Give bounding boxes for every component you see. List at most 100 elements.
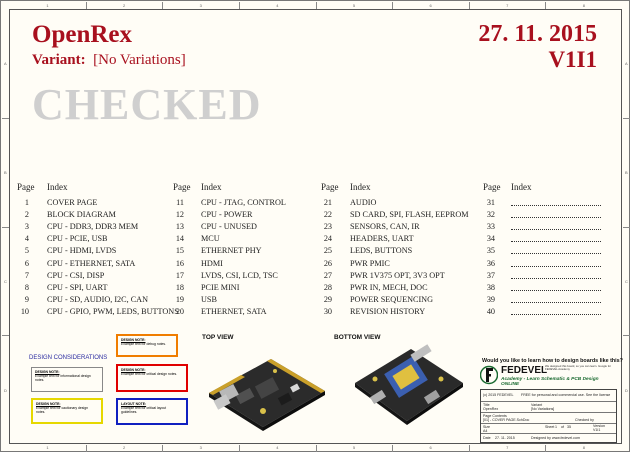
board-top-view-image [209,359,325,431]
index-page-name: MCU [201,234,220,244]
index-blank-line [511,222,601,231]
index-page-number: 18 [175,282,184,292]
index-blank-line [511,210,601,219]
zone-tick [2,335,9,337]
variant-label: Variant: [32,52,86,68]
index-page-name: CPU - CSI, DISP [47,270,105,280]
index-page-number: 15 [175,246,184,256]
index-page-number: 25 [323,246,332,256]
tb-title-value: OpenRex [483,407,499,411]
tb-of-value: 35 [567,425,571,429]
zone-label: 3 [199,3,202,8]
index-page-name: LVDS, CSI, LCD, TSC [201,270,278,280]
fedevel-brand: FEDEVEL [501,365,548,376]
variant-value: [No Variations] [93,52,186,68]
index-page-number: 35 [486,246,495,256]
zone-label: A [4,61,7,67]
tb-license: FREE for personal and commercial use. Se… [521,393,611,397]
index-page-name: BLOCK DIAGRAM [47,210,116,220]
index-page-number: 29 [323,294,332,304]
zone-tick [2,117,9,119]
index-page-name: COVER PAGE [47,198,98,207]
tb-copyright: (c) 2015 FEDEVEL [483,393,514,397]
index-blank-line [511,259,601,267]
top-view-label: TOP VIEW [202,334,234,341]
index-blank-line [511,198,601,206]
zone-label: C [625,278,628,284]
tb-date-label: Date [483,436,491,440]
zone-label: 1 [46,445,49,450]
index-page-number: 24 [323,234,332,244]
variant-line: Variant: [No Variations] [32,52,186,69]
fedevel-logo: FEDEVEL Academy - Learn Schematic & PCB … [479,364,616,388]
debug-design-note: DESIGN NOTE: Example text for debug note… [116,334,178,357]
index-name-header: Index [350,182,371,192]
index-page-name: LEDS, BUTTONS [350,246,413,256]
layout-note: LAYOUT NOTE: Example text for critical l… [116,398,188,425]
index-page-number: 16 [175,258,184,268]
index-page-number: 21 [323,198,332,207]
zone-tick [623,226,630,228]
zone-label: 2 [122,445,126,450]
index-page-name: CPU - PCIE, USB [47,234,108,244]
tb-sheet-value: 1 [555,425,557,429]
board-bottom-view-image [355,344,463,425]
checked-stamp: CHECKED [32,80,262,129]
index-page-name: CPU - HDMI, LVDS [47,246,117,256]
zone-tick [315,2,317,9]
zone-label: D [625,387,628,393]
index-page-number: 27 [323,270,332,280]
index-page-number: 37 [486,270,495,280]
index-page-name: PWR IN, MECH, DOC [350,282,428,292]
index-page-name: CPU - DDR3, DDR3 MEM [47,222,139,232]
note-text: Example text for cautionary design notes… [36,406,89,415]
index-page-number: 7 [24,270,29,280]
schematic-sheet: 1122334455667788AABBCCDD OpenRex Variant… [0,0,630,452]
index-page-name: PWR 1V375 OPT, 3V3 OPT [350,270,445,280]
tb-checked-label: Checked by [575,418,594,422]
zone-label: 8 [582,445,585,450]
fedevel-f-icon [480,365,498,385]
index-blank-line [511,295,601,303]
index-page-number: 22 [323,210,332,220]
index-page-number: 31 [486,198,495,207]
index-page-header: Page [321,182,339,192]
index-page-number: 36 [486,258,495,268]
tb-page-contents-value: [01] - COVER PAGE.SchDoc [483,418,530,422]
index-page-name: CPU - SPI, UART [47,282,108,292]
index-blank-line [511,271,601,279]
index-page-name: PWR PMIC [350,258,390,268]
index-name-header: Index [47,182,68,192]
zone-label: 8 [582,3,585,8]
index-page-number: 19 [175,294,184,304]
index-page-number: 4 [24,234,29,244]
tb-of-label: of [561,425,564,429]
index-page-name: HEADERS, UART [350,234,414,244]
critical-design-note: DESIGN NOTE: Example text for critical d… [116,364,188,392]
fedevel-note: We designed this board, so you can learn… [545,364,612,372]
tb-size-value: A4 [483,429,488,433]
index-page-name: CPU - SD, AUDIO, I2C, CAN [47,294,148,304]
zone-label: 5 [352,445,356,450]
index-page-number: 9 [24,294,29,304]
note-text: Example text for informational design no… [35,374,91,383]
index-page-name: AUDIO [350,198,377,207]
zone-tick [162,445,164,452]
index-page-number: 32 [486,210,495,220]
index-page-number: 38 [486,282,495,292]
zone-tick [162,2,164,9]
zone-label: 6 [429,3,432,8]
index-page-name: POWER SEQUENCING [350,294,434,304]
index-page-name: REVISION HISTORY [350,306,426,316]
index-page-number: 13 [175,222,184,232]
zone-tick [315,445,317,452]
zone-tick [623,335,630,337]
index-page-name: ETHERNET, SATA [201,306,267,316]
index-page-header: Page [483,182,501,192]
index-page-number: 1 [24,198,29,207]
index-page-number: 30 [323,306,332,316]
title-block: (c) 2015 FEDEVEL FREE for personal and c… [480,389,617,443]
zone-tick [468,2,470,9]
zone-label: 4 [276,445,279,450]
index-page-name: SENSORS, CAN, IR [350,222,420,232]
